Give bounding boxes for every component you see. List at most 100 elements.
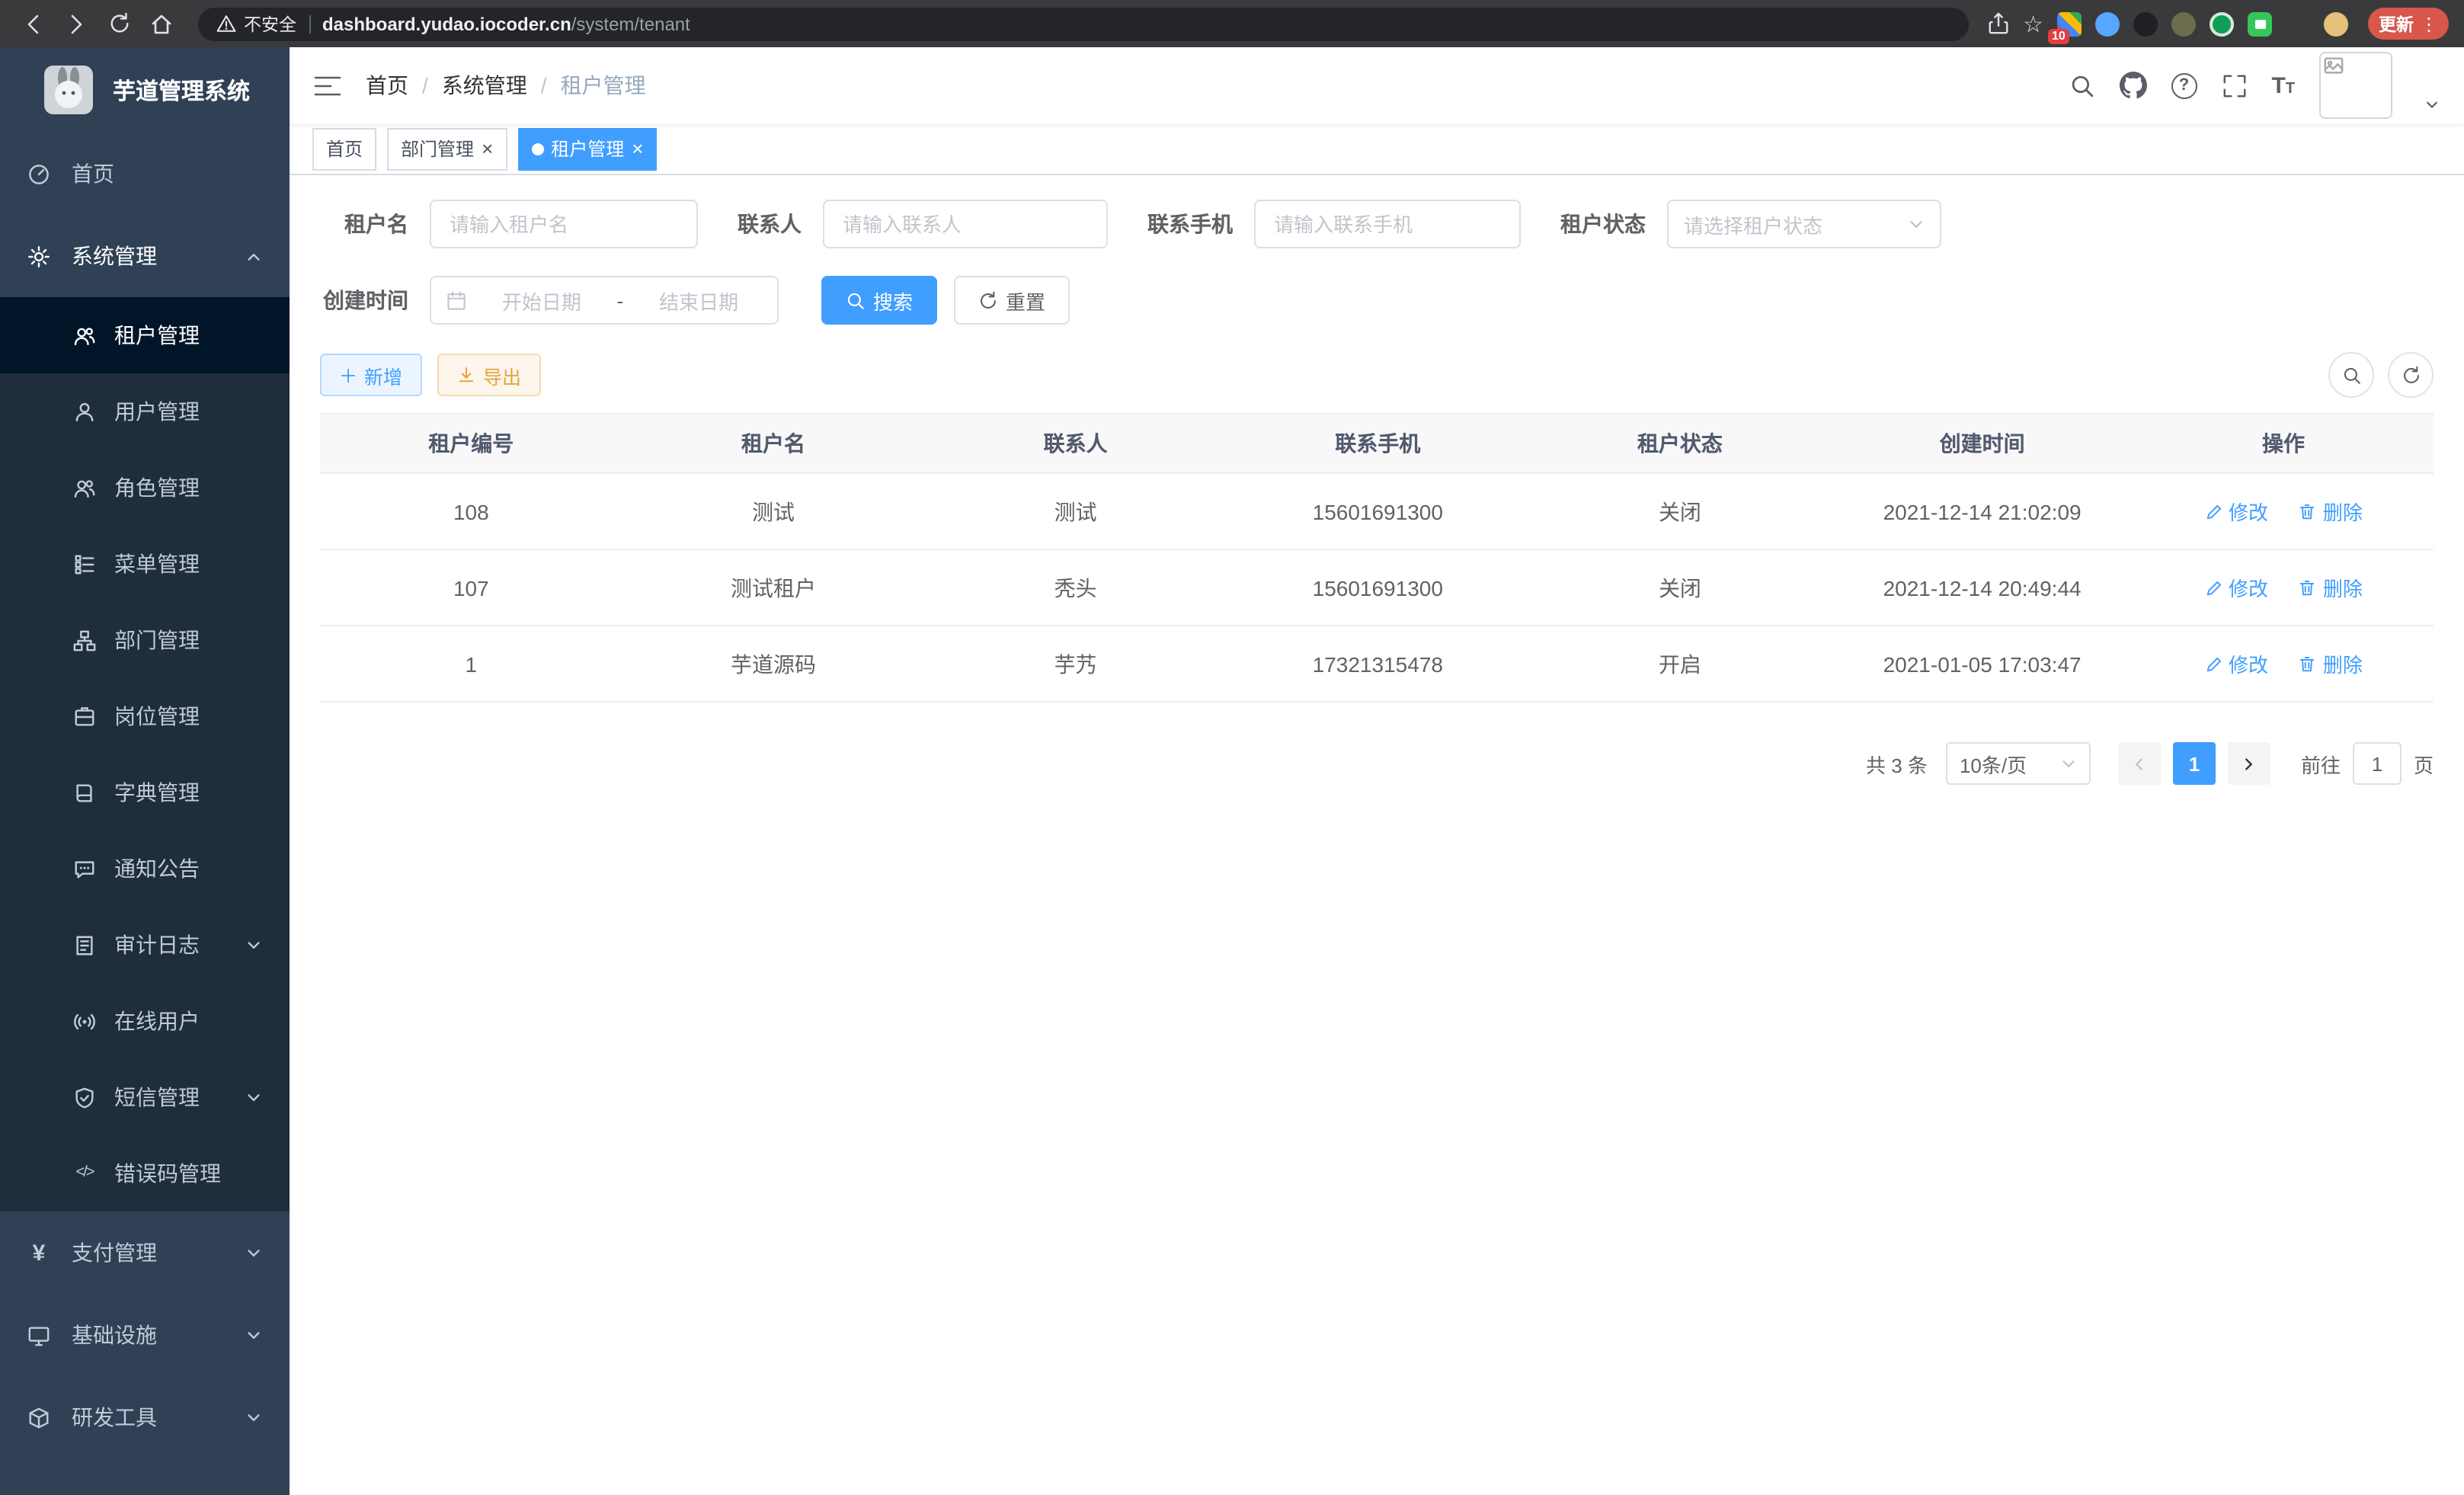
sidebar-item-home[interactable]: 首页 bbox=[0, 133, 290, 215]
delete-button[interactable]: 删除 bbox=[2299, 497, 2363, 526]
delete-button[interactable]: 删除 bbox=[2299, 573, 2363, 602]
browser-home-button[interactable] bbox=[143, 5, 180, 42]
tenant-id-cell: 107 bbox=[320, 549, 622, 626]
page-1-button[interactable]: 1 bbox=[2173, 742, 2216, 785]
sidebar-item-infra[interactable]: 基础设施 bbox=[0, 1294, 290, 1376]
extension-icon-7[interactable] bbox=[2286, 11, 2310, 36]
col-contact: 联系人 bbox=[924, 414, 1227, 473]
edit-button[interactable]: 修改 bbox=[2204, 573, 2268, 602]
font-size-icon[interactable]: TT bbox=[2271, 72, 2295, 98]
sidebar-item-online-user[interactable]: 在线用户 bbox=[0, 983, 290, 1059]
total-count: 共 3 条 bbox=[1866, 749, 1928, 778]
status-cell: 关闭 bbox=[1529, 549, 1832, 626]
breadcrumb-home[interactable]: 首页 bbox=[366, 70, 408, 101]
phone-input[interactable] bbox=[1254, 200, 1521, 248]
contact-input[interactable] bbox=[823, 200, 1108, 248]
arrow-right-icon bbox=[64, 11, 88, 36]
edit-button[interactable]: 修改 bbox=[2204, 649, 2268, 678]
search-button[interactable]: 搜索 bbox=[821, 276, 937, 325]
extension-icon-3[interactable] bbox=[2133, 11, 2158, 36]
filter-phone: 联系手机 bbox=[1147, 200, 1521, 248]
search-icon[interactable] bbox=[2069, 72, 2094, 98]
status-select[interactable]: 请选择租户状态 bbox=[1667, 200, 1941, 248]
browser-forward-button[interactable] bbox=[58, 5, 94, 42]
sidebar-item-devtools[interactable]: 研发工具 bbox=[0, 1376, 290, 1458]
sidebar-item-system[interactable]: 系统管理 bbox=[0, 215, 290, 297]
sidebar-item-user[interactable]: 用户管理 bbox=[0, 373, 290, 450]
active-dot bbox=[531, 142, 543, 155]
browser-profile-avatar[interactable] bbox=[2324, 11, 2348, 36]
sidebar-item-dict[interactable]: 字典管理 bbox=[0, 754, 290, 831]
github-icon[interactable] bbox=[2119, 72, 2146, 99]
extension-icon-6[interactable] bbox=[2248, 11, 2272, 36]
extension-icon-4[interactable] bbox=[2171, 11, 2196, 36]
tenant-name-label: 租户名 bbox=[320, 209, 408, 239]
delete-button[interactable]: 删除 bbox=[2299, 649, 2363, 678]
sidebar-item-error-code[interactable]: </> 错误码管理 bbox=[0, 1135, 290, 1212]
page-size-select[interactable]: 10条/页 bbox=[1946, 742, 2091, 785]
home-icon bbox=[149, 11, 174, 36]
extension-icon-5[interactable] bbox=[2210, 11, 2234, 36]
caret-down-icon bbox=[1908, 216, 1925, 232]
browser-back-button[interactable] bbox=[15, 5, 52, 42]
chevron-down-icon bbox=[245, 936, 262, 953]
sidebar-item-role[interactable]: 角色管理 bbox=[0, 450, 290, 526]
next-page-button[interactable] bbox=[2228, 742, 2270, 785]
sidebar-item-audit-log[interactable]: 审计日志 bbox=[0, 907, 290, 983]
security-chip[interactable]: 不安全 bbox=[216, 11, 296, 36]
tenant-name-input[interactable] bbox=[430, 200, 698, 248]
phone-cell: 17321315478 bbox=[1227, 626, 1529, 702]
tenant-id-cell: 1 bbox=[320, 626, 622, 702]
breadcrumb-system[interactable]: 系统管理 bbox=[442, 70, 527, 101]
tenant-name-cell: 测试租户 bbox=[622, 549, 925, 626]
reset-button[interactable]: 重置 bbox=[954, 276, 1070, 325]
close-icon[interactable]: × bbox=[632, 139, 643, 158]
close-icon[interactable]: × bbox=[482, 139, 493, 158]
tenant-id-cell: 108 bbox=[320, 473, 622, 549]
toggle-search-button[interactable] bbox=[2328, 352, 2374, 398]
sidebar-collapse-icon[interactable] bbox=[314, 74, 341, 97]
bookmark-star-icon[interactable]: ☆ bbox=[2023, 10, 2043, 37]
tenant-table: 租户编号 租户名 联系人 联系手机 租户状态 创建时间 操作 108 测试 bbox=[320, 413, 2434, 703]
sidebar-item-dept[interactable]: 部门管理 bbox=[0, 602, 290, 678]
browser-update-button[interactable]: 更新 ⋮ bbox=[2368, 8, 2449, 40]
goto-page-input[interactable] bbox=[2353, 742, 2402, 785]
trash-icon bbox=[2299, 502, 2317, 520]
share-icon[interactable] bbox=[1986, 12, 2009, 35]
browser-right-controls: ☆ 10 更新 ⋮ bbox=[1986, 8, 2449, 40]
export-button[interactable]: 导出 bbox=[437, 354, 541, 396]
tenants-icon bbox=[73, 324, 96, 347]
prev-page-button[interactable] bbox=[2118, 742, 2161, 785]
tab-dept[interactable]: 部门管理 × bbox=[387, 127, 507, 170]
help-icon[interactable]: ? bbox=[2171, 72, 2197, 98]
sidebar-item-tenant[interactable]: 租户管理 bbox=[0, 297, 290, 373]
cube-icon bbox=[27, 1406, 50, 1429]
browser-reload-button[interactable] bbox=[101, 5, 137, 42]
user-avatar[interactable] bbox=[2319, 52, 2392, 119]
extension-icon-1[interactable]: 10 bbox=[2057, 11, 2082, 36]
add-button[interactable]: 新增 bbox=[320, 354, 422, 396]
date-range-picker[interactable]: 开始日期 - 结束日期 bbox=[430, 276, 779, 325]
sidebar-item-payment[interactable]: ¥ 支付管理 bbox=[0, 1212, 290, 1294]
sidebar-item-menu[interactable]: 菜单管理 bbox=[0, 526, 290, 602]
caret-down-icon[interactable] bbox=[2424, 98, 2440, 113]
edit-button[interactable]: 修改 bbox=[2204, 497, 2268, 526]
extension-icon-2[interactable] bbox=[2095, 11, 2120, 36]
sidebar-item-label: 短信管理 bbox=[114, 1082, 200, 1112]
url-bar[interactable]: 不安全 dashboard.yudao.iocoder.cn /system/t… bbox=[198, 7, 1968, 40]
sidebar-item-notice[interactable]: 通知公告 bbox=[0, 831, 290, 907]
sidebar-item-sms[interactable]: 短信管理 bbox=[0, 1059, 290, 1135]
contact-cell: 芋艿 bbox=[924, 626, 1227, 702]
tab-home[interactable]: 首页 bbox=[312, 127, 376, 170]
sidebar-item-label: 错误码管理 bbox=[114, 1158, 221, 1189]
edit-pencil-icon bbox=[2204, 578, 2222, 597]
tab-tenant[interactable]: 租户管理 × bbox=[517, 127, 657, 170]
status-select-placeholder: 请选择租户状态 bbox=[1684, 210, 1822, 238]
logo-image bbox=[44, 66, 93, 114]
fullscreen-icon[interactable] bbox=[2221, 72, 2247, 98]
app-logo[interactable]: 芋道管理系统 bbox=[0, 47, 290, 133]
reload-icon bbox=[107, 12, 130, 35]
sidebar-item-post[interactable]: 岗位管理 bbox=[0, 678, 290, 754]
sidebar-item-label: 角色管理 bbox=[114, 472, 200, 503]
refresh-button[interactable] bbox=[2388, 352, 2434, 398]
